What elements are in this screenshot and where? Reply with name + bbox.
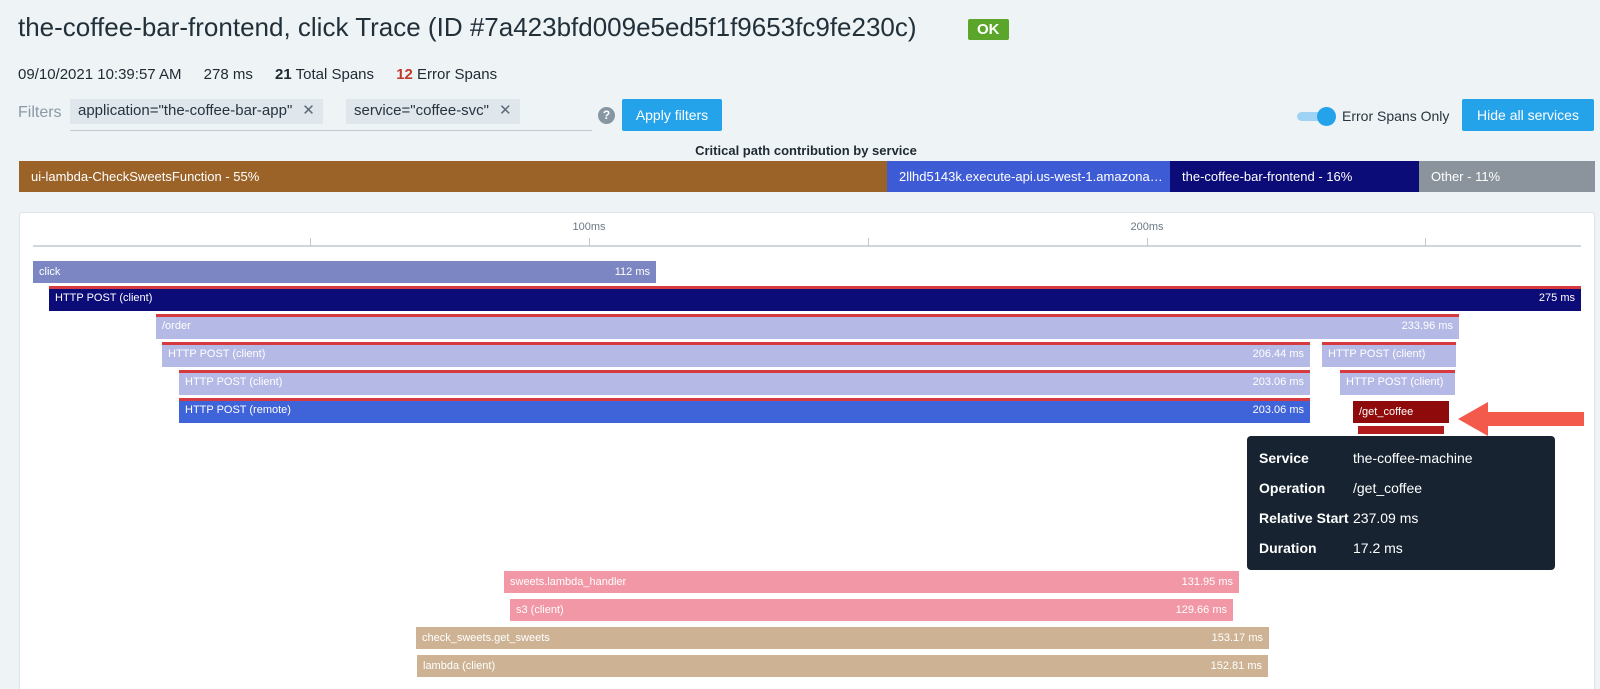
annotation-arrow-icon — [1458, 402, 1584, 436]
critical-path-segment-label: the-coffee-bar-frontend - 16% — [1182, 169, 1353, 184]
error-spans-label: Error Spans — [417, 66, 498, 83]
span-bar[interactable]: HTTP POST (client) — [1340, 370, 1455, 395]
span-bar[interactable] — [1358, 426, 1444, 434]
span-bar[interactable]: sweets.lambda_handler 131.95 ms — [504, 571, 1239, 593]
tooltip-key: Duration — [1259, 540, 1317, 556]
trace-duration: 278 ms — [203, 66, 253, 83]
span-duration: 153.17 ms — [1211, 632, 1263, 644]
total-spans-label: Total Spans — [295, 66, 375, 83]
span-label: HTTP POST (client) — [1346, 376, 1444, 388]
span-bar[interactable]: lambda (client) 152.81 ms — [417, 655, 1268, 677]
span-label: sweets.lambda_handler — [510, 576, 627, 588]
span-label: HTTP POST (client) — [55, 292, 153, 304]
error-spans: 12 Error Spans — [396, 66, 497, 83]
toggle-knob — [1317, 107, 1336, 126]
span-bar[interactable]: /order 233.96 ms — [156, 314, 1459, 339]
span-bar[interactable]: HTTP POST (client) 275 ms — [49, 286, 1581, 311]
critical-path-segment[interactable]: Other - 11% — [1419, 161, 1595, 192]
tooltip-value: /get_coffee — [1353, 480, 1423, 496]
filter-input[interactable]: application="the-coffee-bar-app" ✕ servic… — [70, 99, 592, 131]
span-label: HTTP POST (client) — [185, 376, 283, 388]
critical-path-segment[interactable]: 2llhd5143k.execute-api.us-west-1.amazona… — [887, 161, 1170, 192]
axis-tick — [310, 238, 311, 247]
span-duration: 206.44 ms — [1252, 348, 1304, 360]
filter-chip-text: service="coffee-svc" — [354, 102, 490, 119]
span-label: HTTP POST (client) — [1328, 348, 1426, 360]
span-label: /order — [162, 320, 191, 332]
critical-path-bar: ui-lambda-CheckSweetsFunction - 55% 2llh… — [19, 161, 1595, 192]
span-bar[interactable]: HTTP POST (client) 203.06 ms — [179, 370, 1310, 395]
hide-all-services-button[interactable]: Hide all services — [1462, 99, 1594, 131]
critical-path-segment-label: Other - 11% — [1431, 169, 1501, 184]
error-spans-count: 12 — [396, 66, 413, 83]
span-label: /get_coffee — [1359, 406, 1414, 418]
span-label: HTTP POST (client) — [168, 348, 266, 360]
span-duration: 203.06 ms — [1252, 404, 1304, 416]
span-label: HTTP POST (remote) — [185, 404, 291, 416]
span-duration: 275 ms — [1538, 292, 1575, 304]
tooltip-key: Service — [1259, 450, 1309, 466]
filter-chip-text: application="the-coffee-bar-app" — [78, 102, 293, 119]
span-duration: 129.66 ms — [1175, 604, 1227, 616]
page-title: the-coffee-bar-frontend, click Trace (ID… — [18, 12, 917, 42]
span-bar[interactable]: click 112 ms — [33, 261, 656, 283]
tooltip-row-operation: Operation/get_coffee — [1259, 480, 1422, 496]
tooltip-value: 17.2 ms — [1353, 540, 1403, 556]
span-bar[interactable]: HTTP POST (remote) 203.06 ms — [179, 398, 1310, 423]
span-duration: 112 ms — [614, 266, 650, 278]
span-label: click — [39, 266, 61, 278]
span-label: s3 (client) — [516, 604, 564, 616]
axis-tick-label: 200ms — [1130, 221, 1164, 233]
trace-meta: 09/10/2021 10:39:57 AM 278 ms 21 Total S… — [18, 66, 515, 83]
span-tooltip: Service the-coffee-machine Operation/get_… — [1247, 436, 1555, 570]
tooltip-key: Relative Start — [1259, 510, 1349, 526]
timeline-axis — [33, 245, 1581, 247]
axis-tick — [1147, 238, 1148, 247]
span-label: check_sweets.get_sweets — [422, 632, 550, 644]
span-label: lambda (client) — [423, 660, 496, 672]
help-icon[interactable]: ? — [598, 107, 615, 124]
tooltip-value: 237.09 ms — [1353, 510, 1419, 526]
span-duration: 203.06 ms — [1252, 376, 1304, 388]
error-spans-toggle[interactable] — [1297, 107, 1337, 126]
span-bar[interactable]: s3 (client) 129.66 ms — [510, 599, 1233, 621]
span-duration: 152.81 ms — [1210, 660, 1262, 672]
axis-tick — [868, 238, 869, 247]
filter-chip-service: service="coffee-svc" ✕ — [346, 99, 520, 124]
tooltip-value: the-coffee-machine — [1353, 450, 1473, 466]
critical-path-segment-label: 2llhd5143k.execute-api.us-west-1.amazona… — [899, 169, 1170, 184]
tooltip-key: Operation — [1259, 480, 1326, 496]
tooltip-row-service: Service the-coffee-machine — [1259, 450, 1473, 466]
trace-datetime: 09/10/2021 10:39:57 AM — [18, 66, 182, 83]
status-badge: OK — [968, 19, 1009, 40]
error-spans-toggle-label: Error Spans Only — [1342, 108, 1450, 124]
axis-tick — [589, 238, 590, 247]
remove-filter-icon[interactable]: ✕ — [499, 102, 512, 119]
critical-path-segment[interactable]: ui-lambda-CheckSweetsFunction - 55% — [19, 161, 887, 192]
filters-label: Filters — [18, 104, 62, 121]
axis-tick — [1425, 238, 1426, 247]
tooltip-row-duration: Duration 17.2 ms — [1259, 540, 1403, 556]
axis-tick-label: 100ms — [572, 221, 606, 233]
remove-filter-icon[interactable]: ✕ — [302, 102, 315, 119]
span-bar[interactable]: HTTP POST (client) — [1322, 342, 1456, 367]
total-spans-count: 21 — [275, 66, 292, 83]
critical-path-segment-label: ui-lambda-CheckSweetsFunction - 55% — [31, 169, 260, 184]
apply-filters-button[interactable]: Apply filters — [622, 99, 722, 131]
span-duration: 233.96 ms — [1401, 320, 1453, 332]
filter-chip-application: application="the-coffee-bar-app" ✕ — [70, 99, 323, 124]
span-bar-selected[interactable]: /get_coffee — [1353, 401, 1449, 423]
span-bar[interactable]: check_sweets.get_sweets 153.17 ms — [416, 627, 1269, 649]
span-duration: 131.95 ms — [1181, 576, 1233, 588]
total-spans: 21 Total Spans — [275, 66, 374, 83]
critical-path-title: Critical path contribution by service — [695, 143, 917, 158]
tooltip-row-relative-start: Relative Start 237.09 ms — [1259, 510, 1418, 526]
span-bar[interactable]: HTTP POST (client) 206.44 ms — [162, 342, 1310, 367]
critical-path-segment[interactable]: the-coffee-bar-frontend - 16% — [1170, 161, 1419, 192]
